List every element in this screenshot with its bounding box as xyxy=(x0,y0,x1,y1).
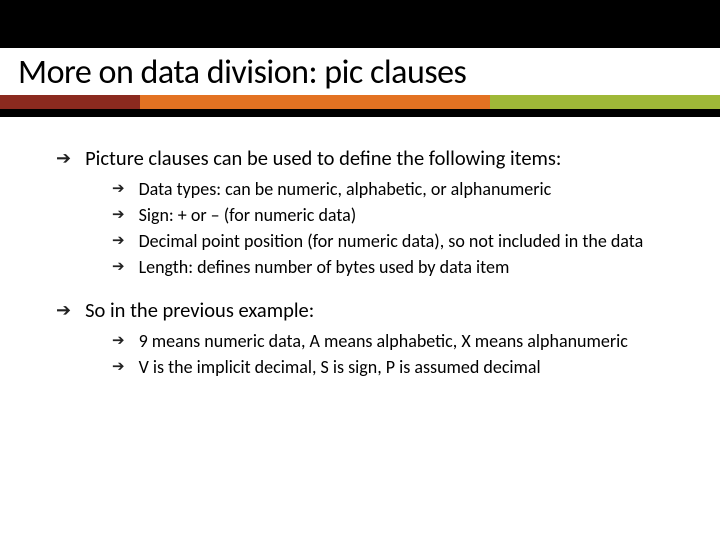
arrow-icon: ➔ xyxy=(112,329,125,353)
bullet-level1: ➔ Picture clauses can be used to define … xyxy=(56,145,664,171)
arrow-icon: ➔ xyxy=(112,255,125,279)
sublist: ➔ Data types: can be numeric, alphabetic… xyxy=(112,177,664,279)
bullet-level1: ➔ So in the previous example: xyxy=(56,297,664,323)
sublist: ➔ 9 means numeric data, A means alphabet… xyxy=(112,329,664,379)
bullet-text: Sign: + or – (for numeric data) xyxy=(139,203,357,227)
arrow-icon: ➔ xyxy=(112,229,125,253)
arrow-icon: ➔ xyxy=(112,355,125,379)
slide-header: More on data division: pic clauses xyxy=(0,0,720,117)
bullet-level2: ➔ Length: defines number of bytes used b… xyxy=(112,255,664,279)
bullet-text: Picture clauses can be used to define th… xyxy=(85,145,561,171)
bullet-level2: ➔ Decimal point position (for numeric da… xyxy=(112,229,664,253)
bullet-text: V is the implicit decimal, S is sign, P … xyxy=(139,355,541,379)
bullet-text: Data types: can be numeric, alphabetic, … xyxy=(139,177,552,201)
arrow-icon: ➔ xyxy=(112,177,125,201)
header-black-bar-bottom xyxy=(0,109,720,117)
bullet-level2: ➔ Sign: + or – (for numeric data) xyxy=(112,203,664,227)
slide-body: ➔ Picture clauses can be used to define … xyxy=(0,117,720,379)
accent-segment-green xyxy=(490,95,720,109)
arrow-icon: ➔ xyxy=(56,145,71,171)
bullet-text: Length: defines number of bytes used by … xyxy=(139,255,510,279)
accent-segment-orange xyxy=(140,95,490,109)
arrow-icon: ➔ xyxy=(112,203,125,227)
bullet-text: So in the previous example: xyxy=(85,297,314,323)
bullet-text: 9 means numeric data, A means alphabetic… xyxy=(139,329,628,353)
arrow-icon: ➔ xyxy=(56,297,71,323)
bullet-level2: ➔ V is the implicit decimal, S is sign, … xyxy=(112,355,664,379)
title-row: More on data division: pic clauses xyxy=(0,48,720,95)
header-black-bar-top xyxy=(0,0,720,48)
accent-segment-red xyxy=(0,95,140,109)
bullet-level2: ➔ Data types: can be numeric, alphabetic… xyxy=(112,177,664,201)
bullet-text: Decimal point position (for numeric data… xyxy=(139,229,644,253)
accent-stripe xyxy=(0,95,720,109)
slide-title: More on data division: pic clauses xyxy=(18,52,702,93)
bullet-level2: ➔ 9 means numeric data, A means alphabet… xyxy=(112,329,664,353)
